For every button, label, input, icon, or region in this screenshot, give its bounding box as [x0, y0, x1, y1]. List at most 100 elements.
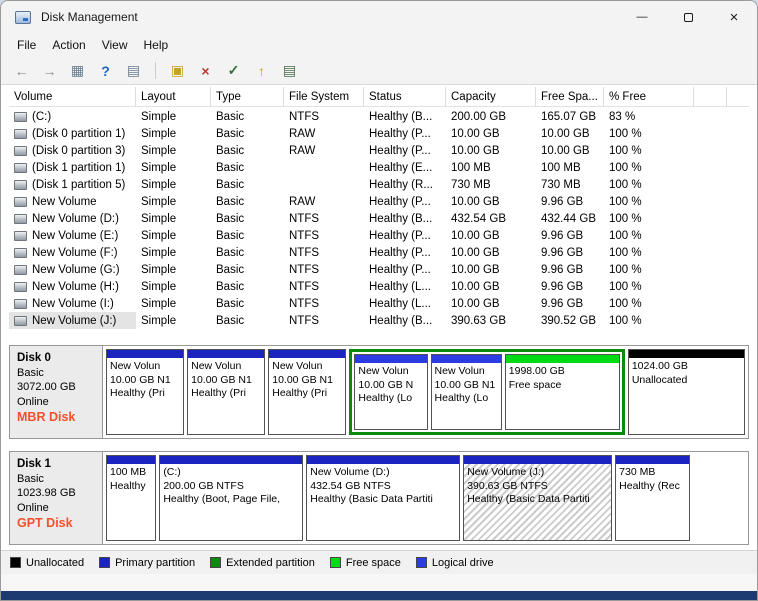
legend-item-free: Free space — [329, 556, 401, 569]
close-icon[interactable]: × — [711, 1, 757, 33]
volume-list-pane: Volume Layout Type File System Status Capacit… — [1, 85, 757, 337]
volume-cell-value: Simple — [141, 229, 177, 242]
volume-cell-value: Simple — [141, 280, 177, 293]
menu-action[interactable]: Action — [44, 35, 93, 55]
volume-row[interactable]: (Disk 0 partition 3) Simple Basic RAW Health… — [9, 142, 749, 159]
column-header-free[interactable]: % Free — [604, 87, 694, 107]
volume-row[interactable]: (C:) Simple Basic NTFS Healthy (B... 200.00 G… — [9, 108, 749, 125]
volume-row[interactable]: New Volume (D:) Simple Basic NTFS Healthy (B… — [9, 210, 749, 227]
partition-primary[interactable]: New Volun 10.00 GB N1 Healthy (Pri — [187, 349, 266, 435]
volume-cell-value: 100 % — [609, 161, 642, 174]
partition-primary-selected[interactable]: New Volume (J:) 390.63 GB NTFS Healthy (Ba… — [463, 455, 613, 541]
volume-cell-value: Healthy (P... — [369, 127, 431, 140]
volume-cell-value: Healthy (B... — [369, 212, 433, 225]
extended-partition-group: New Volun 10.00 GB N Healthy (Lo New Volun 1… — [349, 349, 625, 435]
partition-logical[interactable]: New Volun 10.00 GB N Healthy (Lo — [354, 354, 428, 430]
partition-label: 1998.00 GB Free space — [508, 365, 565, 391]
volume-row[interactable]: (Disk 1 partition 1) Simple Basic Healthy (… — [9, 159, 749, 176]
window-title: Disk Management — [41, 10, 138, 24]
drive-icon — [14, 145, 27, 156]
partition-primary[interactable]: 100 MB Healthy — [106, 455, 157, 541]
legend-label: Free space — [345, 556, 401, 569]
volume-name: (Disk 1 partition 5) — [32, 178, 126, 191]
column-header-capacity[interactable]: Capacity — [446, 87, 536, 107]
column-header-status[interactable]: Status — [364, 87, 446, 107]
column-header-layout[interactable]: Layout — [136, 87, 211, 107]
volume-row[interactable]: New Volume (I:) Simple Basic NTFS Healthy (L… — [9, 295, 749, 312]
partition-label: New Volume (J:) 390.63 GB NTFS Healthy (Ba… — [464, 464, 612, 540]
disk-management-window: Disk Management — × File Action View Help ←… — [0, 0, 758, 601]
volume-row[interactable]: New Volume (H:) Simple Basic NTFS Healthy (L… — [9, 278, 749, 295]
delete-volume-icon[interactable]: × — [195, 60, 216, 81]
volume-cell-value: Healthy (L... — [369, 280, 431, 293]
titlebar[interactable]: Disk Management — × — [1, 1, 757, 33]
partition-label: New Volume (D:) 432.54 GB NTFS Healthy (Ba… — [310, 466, 433, 505]
partition-logical[interactable]: New Volun 10.00 GB N1 Healthy (Lo — [430, 354, 502, 430]
maximize-icon[interactable] — [665, 1, 711, 33]
minimize-icon[interactable]: — — [619, 1, 665, 33]
forward-icon[interactable]: → — [39, 60, 60, 81]
disk-name: Disk 1 — [17, 458, 51, 470]
column-header-filler — [727, 87, 749, 107]
volume-cell-value: 390.63 GB — [451, 314, 506, 327]
legend-item-logical: Logical drive — [415, 557, 494, 569]
disk-header-panel[interactable]: Disk 0 Basic 3072.00 GB Online MBR Disk — [10, 346, 103, 438]
partition-primary[interactable]: New Volume (D:) 432.54 GB NTFS Healthy (Ba… — [306, 455, 461, 541]
menu-file[interactable]: File — [9, 35, 44, 55]
volume-cell-value: Healthy (B... — [369, 314, 433, 327]
volume-row[interactable]: New Volume (E:) Simple Basic NTFS Healthy (P… — [9, 227, 749, 244]
export-list-icon[interactable]: ▤ — [123, 60, 144, 81]
back-icon[interactable]: ← — [11, 60, 32, 81]
legend-swatch-logical — [415, 557, 427, 568]
action-pane-icon[interactable]: ▣ — [167, 60, 188, 81]
volume-cell-value: 100 % — [609, 297, 642, 310]
column-header-freespa[interactable]: Free Spa... — [536, 87, 604, 107]
partition-free[interactable]: 1998.00 GB Free space — [504, 354, 620, 430]
mark-partition-icon[interactable]: ✓ — [223, 60, 244, 81]
legend-swatch-free — [329, 557, 341, 568]
column-header-filesystem[interactable]: File System — [284, 87, 364, 107]
column-header-volume[interactable]: Volume — [9, 87, 136, 107]
properties-icon[interactable]: ▤ — [279, 60, 300, 81]
volume-cell-value: Simple — [141, 178, 177, 191]
volume-cell-value: NTFS — [289, 263, 320, 276]
column-header-type[interactable]: Type — [211, 87, 284, 107]
menu-help[interactable]: Help — [136, 35, 177, 55]
volume-cell-value: Basic — [216, 212, 245, 225]
volume-row[interactable]: (Disk 1 partition 5) Simple Basic Healthy (… — [9, 176, 749, 193]
extend-volume-icon[interactable]: ↑ — [251, 60, 272, 81]
volume-row[interactable]: New Volume Simple Basic RAW Healthy (P... 10.… — [9, 193, 749, 210]
partition-color-bar — [160, 456, 303, 464]
disk-header-panel[interactable]: Disk 1 Basic 1023.98 GB Online GPT Disk — [10, 452, 103, 544]
partition-primary[interactable]: New Volun 10.00 GB N1 Healthy (Pri — [106, 349, 185, 435]
menu-view[interactable]: View — [94, 35, 136, 55]
volume-row[interactable]: New Volume (F:) Simple Basic NTFS Healthy (P… — [9, 244, 749, 261]
volume-cell: New Volume — [9, 193, 136, 210]
volume-cell-value: 10.00 GB — [451, 229, 500, 242]
partition-primary[interactable]: (C:) 200.00 GB NTFS Healthy (Boot, Page Fi… — [159, 455, 304, 541]
bottom-padding — [1, 574, 757, 591]
partition-unallocated[interactable]: 1024.00 GB Unallocated — [627, 349, 745, 435]
volume-row[interactable]: (Disk 0 partition 1) Simple Basic RAW Health… — [9, 125, 749, 142]
volume-cell-value: 100 % — [609, 212, 642, 225]
partition-primary[interactable]: 730 MB Healthy (Rec — [615, 455, 690, 541]
volume-row[interactable]: New Volume (G:) Simple Basic NTFS Healthy (P… — [9, 261, 749, 278]
volume-cell-value: 100 % — [609, 246, 642, 259]
volume-row[interactable]: New Volume (J:) Simple Basic NTFS Healthy (B… — [9, 312, 749, 329]
volume-cell-value: NTFS — [289, 280, 320, 293]
volume-name: New Volume (J:) — [32, 314, 117, 327]
volume-cell: New Volume (D:) — [9, 210, 136, 227]
volume-cell-value: Healthy (P... — [369, 246, 431, 259]
volume-cell-value: 100 % — [609, 195, 642, 208]
partition-primary[interactable]: New Volun 10.00 GB N1 Healthy (Pri — [268, 349, 347, 435]
volume-name: New Volume (I:) — [32, 297, 114, 310]
drive-icon — [14, 128, 27, 139]
console-tree-icon[interactable]: ▦ — [67, 60, 88, 81]
help-icon[interactable]: ? — [95, 60, 116, 81]
volume-name: (C:) — [32, 110, 52, 123]
volume-cell-value: Basic — [216, 229, 245, 242]
volume-cell-value: Simple — [141, 144, 177, 157]
disk-status: Online — [17, 395, 49, 408]
drive-icon — [14, 264, 27, 275]
volume-cell-value: Simple — [141, 212, 177, 225]
